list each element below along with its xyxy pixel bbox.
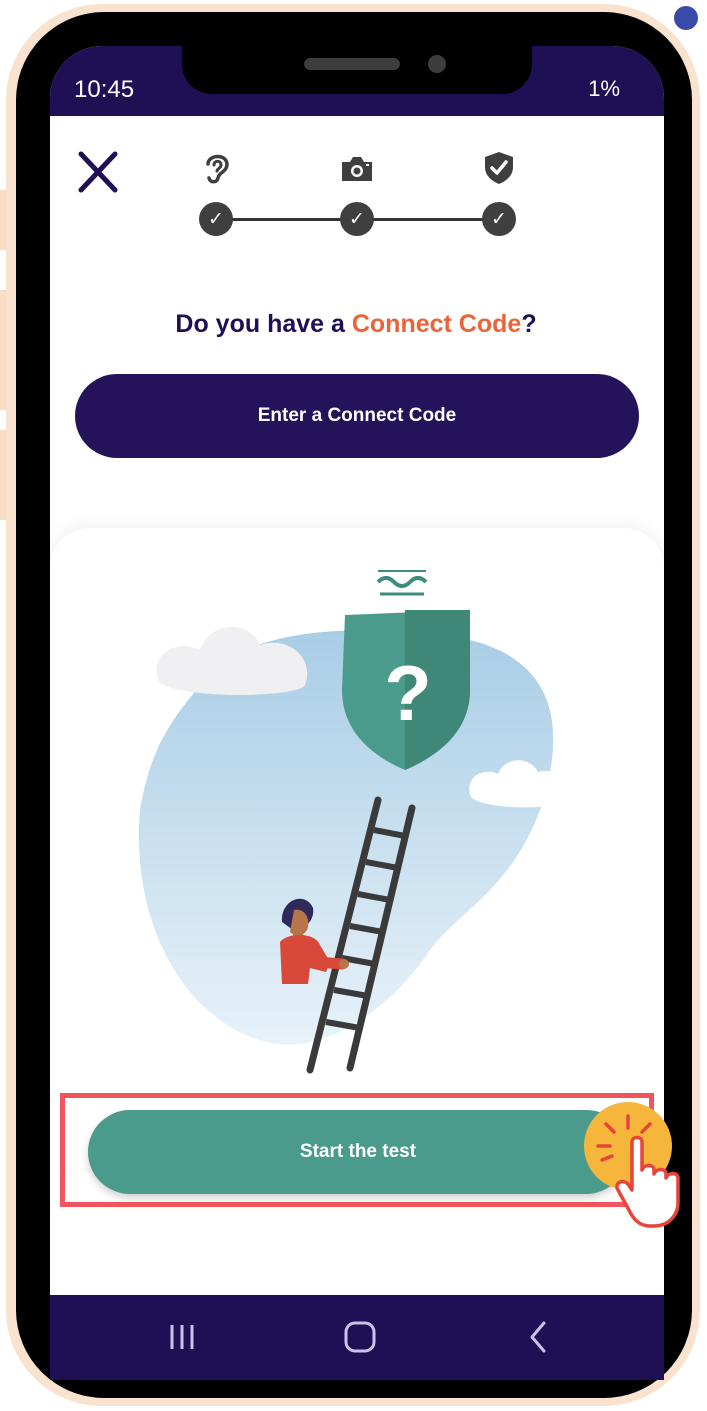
- corner-dot: [674, 6, 698, 30]
- step-complete-icon: ✓: [340, 202, 374, 236]
- front-camera: [428, 55, 446, 73]
- connect-code-question: Do you have a Connect Code?: [175, 310, 537, 338]
- start-test-button[interactable]: Start the test: [88, 1110, 628, 1194]
- step-complete-icon: ✓: [199, 202, 233, 236]
- ladder-shield-illustration: ?: [138, 570, 565, 1074]
- ear-icon: [206, 154, 229, 184]
- status-time: 10:45: [74, 76, 135, 103]
- speaker-slot: [304, 58, 400, 70]
- close-icon[interactable]: [78, 150, 118, 194]
- system-nav-bar: [50, 1295, 664, 1380]
- home-icon[interactable]: [338, 1315, 382, 1359]
- back-icon[interactable]: [516, 1315, 560, 1359]
- phone-notch: [182, 14, 532, 94]
- recent-apps-icon[interactable]: [160, 1315, 204, 1359]
- step-complete-icon: ✓: [482, 202, 516, 236]
- battery-percentage: 1%: [588, 76, 620, 101]
- shield-check-icon: [485, 152, 513, 184]
- connect-code-highlight: Connect Code: [351, 310, 522, 338]
- enter-connect-code-button[interactable]: Enter a Connect Code: [75, 374, 639, 458]
- shield-question-mark: ?: [384, 649, 432, 737]
- tap-hand-icon: [584, 1102, 680, 1228]
- camera-icon: [342, 157, 372, 181]
